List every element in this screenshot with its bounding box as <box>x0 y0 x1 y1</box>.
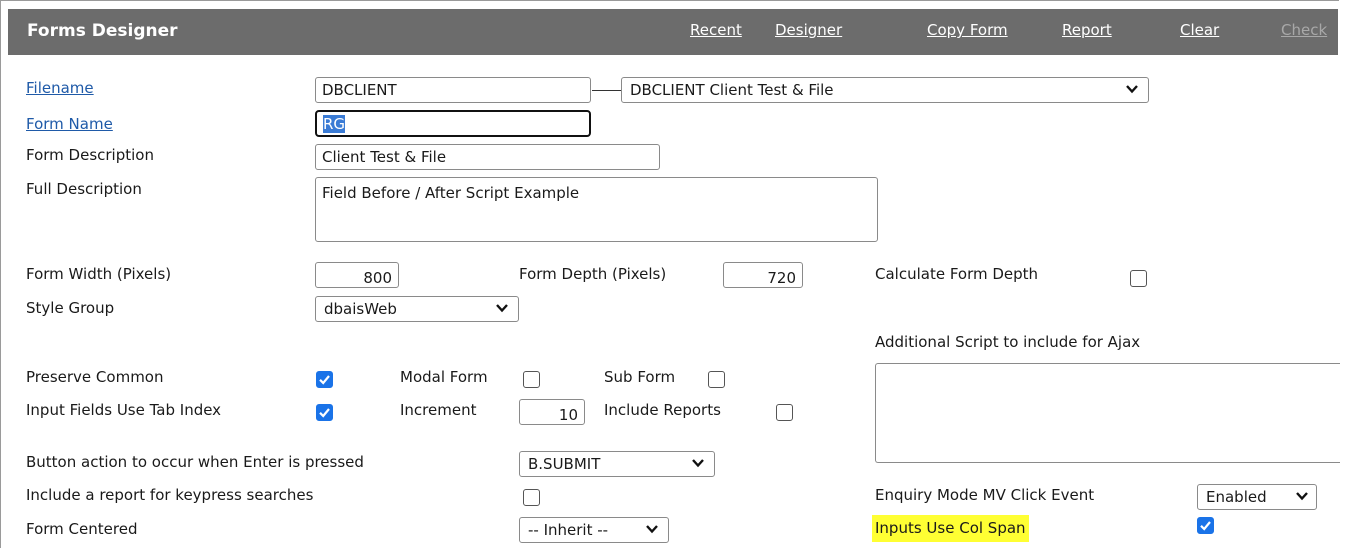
filename-select[interactable]: DBCLIENT Client Test & File <box>621 77 1149 103</box>
filename-select-value: DBCLIENT Client Test & File <box>630 81 834 99</box>
form-centered-select[interactable]: -- Inherit -- <box>519 517 669 543</box>
increment-input[interactable]: 10 <box>519 399 585 425</box>
chevron-down-icon <box>1296 492 1308 501</box>
form-width-input[interactable]: 800 <box>315 262 399 288</box>
nav-check[interactable]: Check <box>1281 21 1327 39</box>
chevron-down-icon <box>496 304 508 313</box>
header-bar: Forms Designer Recent Designer Copy Form… <box>8 9 1338 55</box>
enter-action-select[interactable]: B.SUBMIT <box>519 451 715 477</box>
form-description-label: Form Description <box>26 146 154 164</box>
modal-form-label: Modal Form <box>400 368 488 386</box>
additional-script-textarea[interactable] <box>875 363 1340 463</box>
nav-recent[interactable]: Recent <box>690 21 742 39</box>
chevron-down-icon <box>1126 85 1138 94</box>
style-group-value: dbaisWeb <box>324 300 397 318</box>
full-description-textarea[interactable]: Field Before / After Script Example <box>315 177 878 242</box>
page-title: Forms Designer <box>27 21 178 41</box>
include-reports-label: Include Reports <box>604 401 721 419</box>
filename-input[interactable]: DBCLIENT <box>315 77 591 103</box>
chevron-down-icon <box>692 459 704 468</box>
inputs-col-span-label: Inputs Use Col Span <box>872 515 1029 542</box>
filename-label-link[interactable]: Filename <box>26 79 94 97</box>
nav-report[interactable]: Report <box>1062 21 1112 39</box>
form-name-label-link[interactable]: Form Name <box>26 115 113 133</box>
form-depth-input[interactable]: 720 <box>723 262 803 288</box>
input-tab-index-label: Input Fields Use Tab Index <box>26 401 222 419</box>
inputs-col-span-checkbox[interactable] <box>1197 517 1214 534</box>
additional-script-label: Additional Script to include for Ajax <box>875 333 1141 351</box>
enter-action-label: Button action to occur when Enter is pre… <box>26 453 364 471</box>
style-group-select[interactable]: dbaisWeb <box>315 296 519 322</box>
form-width-label: Form Width (Pixels) <box>26 265 172 283</box>
nav-clear[interactable]: Clear <box>1180 21 1219 39</box>
calculate-form-depth-label: Calculate Form Depth <box>875 265 1039 283</box>
keypress-report-label: Include a report for keypress searches <box>26 486 314 504</box>
form-centered-value: -- Inherit -- <box>528 521 609 539</box>
calculate-form-depth-checkbox[interactable] <box>1130 270 1147 287</box>
preserve-common-label: Preserve Common <box>26 368 164 386</box>
form-depth-label: Form Depth (Pixels) <box>519 265 667 283</box>
check-icon <box>319 408 330 418</box>
sub-form-checkbox[interactable] <box>708 371 725 388</box>
form-centered-label: Form Centered <box>26 520 138 538</box>
modal-form-checkbox[interactable] <box>523 371 540 388</box>
check-icon <box>1200 521 1211 531</box>
increment-label: Increment <box>400 401 477 419</box>
full-description-label: Full Description <box>26 180 142 198</box>
form-name-input[interactable]: RG <box>315 110 591 137</box>
include-reports-checkbox[interactable] <box>776 404 793 421</box>
filename-connector <box>592 90 621 91</box>
enquiry-mode-value: Enabled <box>1206 488 1267 506</box>
sub-form-label: Sub Form <box>604 368 676 386</box>
style-group-label: Style Group <box>26 299 115 317</box>
check-icon <box>319 375 330 385</box>
form-description-input[interactable]: Client Test & File <box>315 144 660 170</box>
nav-designer[interactable]: Designer <box>775 21 842 39</box>
chevron-down-icon <box>646 525 658 534</box>
enquiry-mode-label: Enquiry Mode MV Click Event <box>875 486 1095 504</box>
preserve-common-checkbox[interactable] <box>316 371 333 388</box>
enquiry-mode-select[interactable]: Enabled <box>1197 484 1317 510</box>
enter-action-value: B.SUBMIT <box>528 455 601 473</box>
form-name-selected-text: RG <box>323 115 346 133</box>
nav-copy-form[interactable]: Copy Form <box>927 21 1008 39</box>
input-tab-index-checkbox[interactable] <box>316 404 333 421</box>
keypress-report-checkbox[interactable] <box>523 489 540 506</box>
